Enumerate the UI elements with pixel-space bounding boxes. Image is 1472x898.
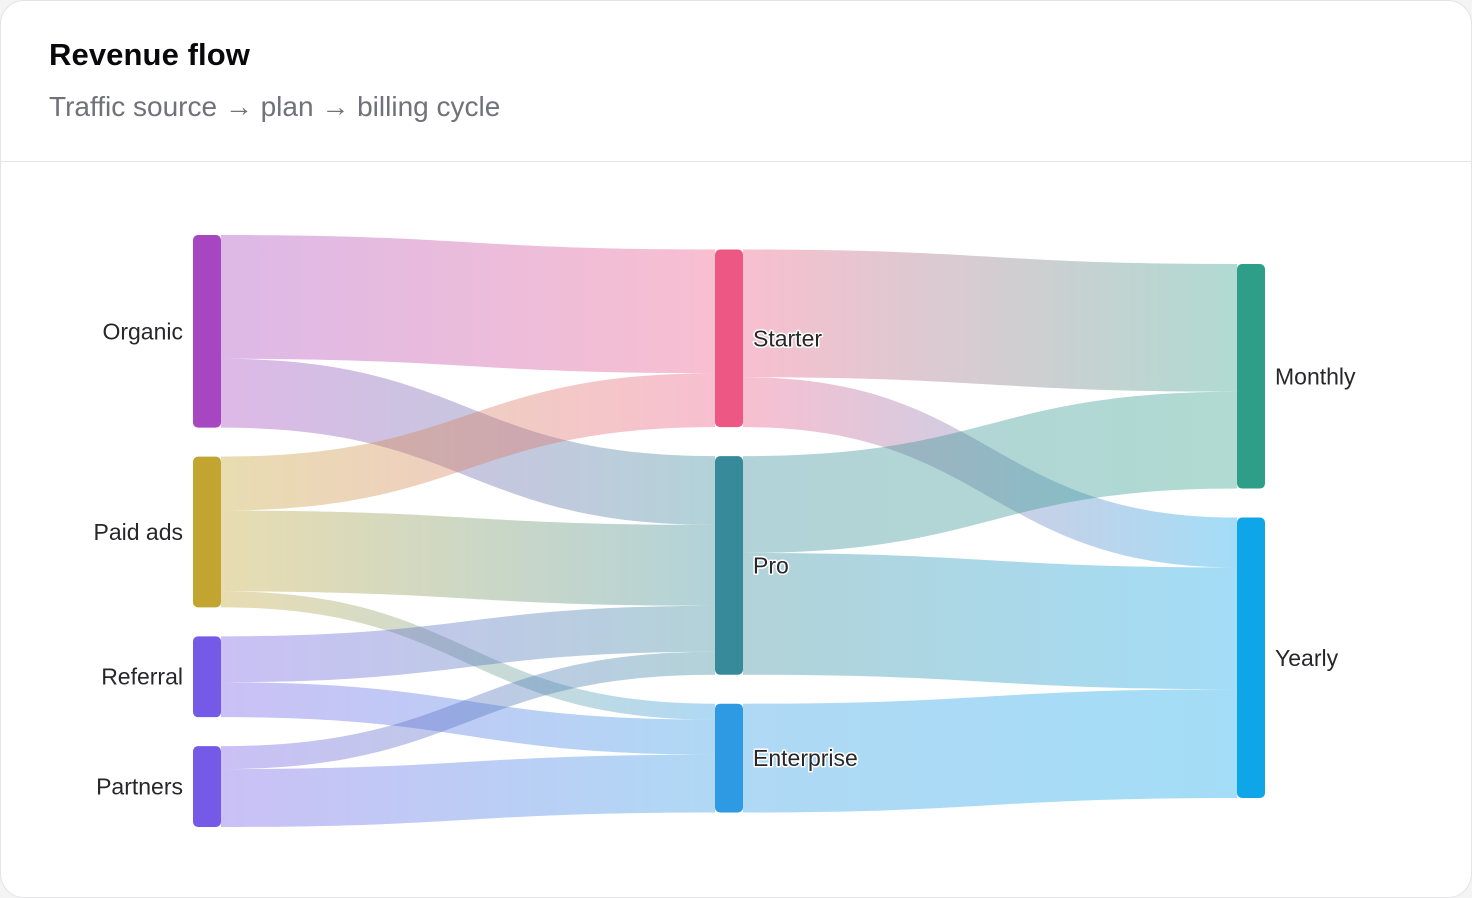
node-enterprise[interactable] [715, 703, 743, 813]
node-yearly[interactable] [1237, 517, 1265, 798]
link-organic-to-starter[interactable] [221, 235, 715, 374]
node-label-referral: Referral [101, 664, 183, 690]
link-paid-ads-to-pro[interactable] [221, 510, 715, 606]
node-label-partners: Partners [96, 774, 183, 800]
revenue-flow-card: Revenue flow Traffic source → plan → bil… [0, 0, 1472, 898]
node-label-pro: Pro [753, 552, 789, 578]
node-label-paid-ads: Paid ads [93, 519, 183, 545]
node-label-organic: Organic [102, 318, 183, 344]
node-organic[interactable] [193, 235, 221, 428]
node-referral[interactable] [193, 636, 221, 718]
node-partners[interactable] [193, 746, 221, 827]
node-pro[interactable] [715, 456, 743, 675]
sankey-chart: Organic Paid ads Referral Partners Starter Pr… [93, 235, 1356, 827]
link-starter-to-monthly[interactable] [743, 249, 1237, 392]
node-paid-ads[interactable] [193, 456, 221, 608]
node-monthly[interactable] [1237, 264, 1265, 489]
link-pro-to-yearly[interactable] [743, 552, 1237, 690]
node-label-enterprise: Enterprise [753, 745, 858, 771]
node-label-starter: Starter [753, 325, 822, 351]
node-label-yearly: Yearly [1275, 645, 1339, 671]
node-label-monthly: Monthly [1275, 363, 1356, 389]
node-starter[interactable] [715, 249, 743, 428]
